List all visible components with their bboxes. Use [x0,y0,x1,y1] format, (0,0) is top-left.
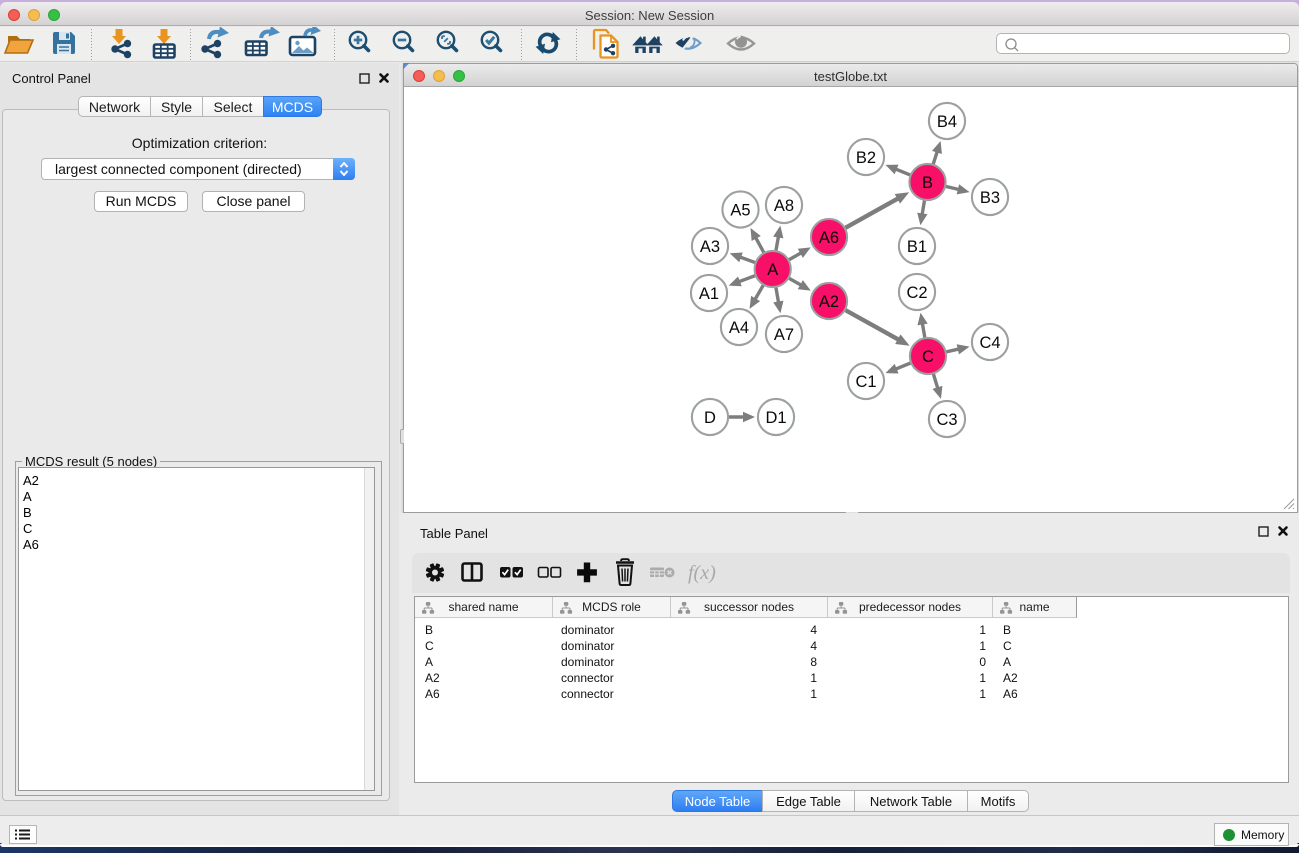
svg-text:A2: A2 [819,293,839,311]
svg-text:D1: D1 [765,409,786,427]
svg-text:B1: B1 [907,238,927,256]
svg-text:C2: C2 [906,284,927,302]
svg-text:A5: A5 [730,201,750,219]
svg-text:B3: B3 [980,189,1000,207]
svg-text:C3: C3 [936,411,957,429]
svg-text:D: D [704,409,716,427]
svg-text:C1: C1 [855,373,876,391]
svg-text:f(x): f(x) [688,562,716,584]
svg-text:A: A [767,261,778,279]
svg-text:B4: B4 [937,113,957,131]
svg-text:A1: A1 [699,285,719,303]
svg-text:A3: A3 [700,238,720,256]
svg-text:B: B [922,174,933,192]
svg-text:C4: C4 [979,334,1000,352]
svg-text:A7: A7 [774,326,794,344]
svg-text:A8: A8 [774,197,794,215]
svg-text:A6: A6 [819,229,839,247]
svg-text:B2: B2 [856,149,876,167]
svg-text:A4: A4 [729,319,749,337]
svg-text:C: C [922,348,934,366]
